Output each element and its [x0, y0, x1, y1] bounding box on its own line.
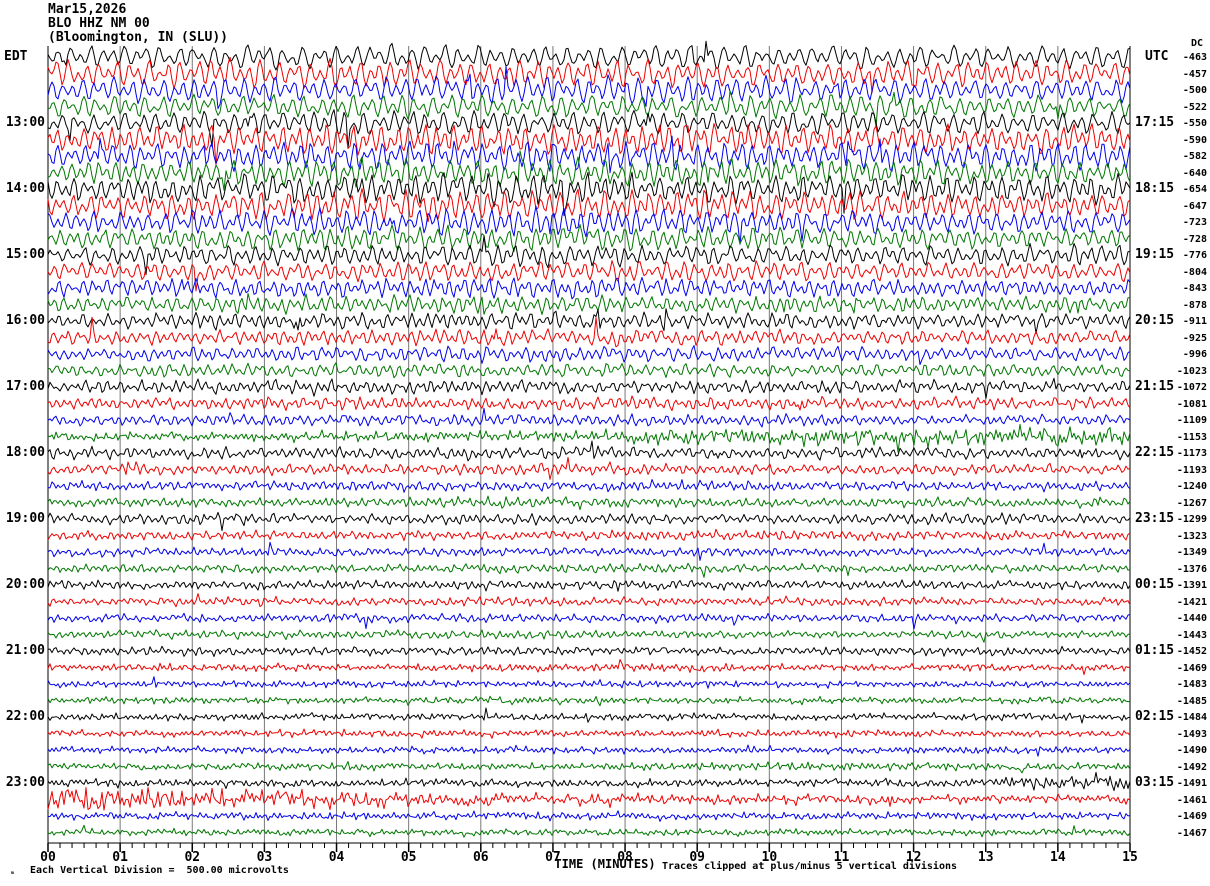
- seismogram-trace: [48, 677, 1130, 689]
- seismogram-trace: [48, 91, 1130, 127]
- seismogram-trace: [48, 124, 1130, 166]
- seismogram-trace: [48, 745, 1130, 756]
- seismogram-trace: [48, 542, 1130, 560]
- seismogram-trace: [48, 646, 1130, 656]
- seismogram-trace: [48, 261, 1130, 291]
- seismogram-trace: [48, 729, 1130, 738]
- seismogram-trace: [48, 580, 1130, 591]
- seismogram-trace: [48, 708, 1130, 723]
- seismogram-trace: [48, 346, 1130, 365]
- seismogram-trace: [48, 696, 1130, 705]
- seismogram-trace: [48, 788, 1130, 811]
- seismogram-trace: [48, 825, 1130, 837]
- seismogram-trace: [48, 512, 1130, 530]
- seismogram-trace: [48, 480, 1130, 493]
- seismogram-trace: [48, 225, 1130, 252]
- seismogram-trace: [48, 496, 1130, 510]
- webicorder-screen: Mar15,2026 BLO HHZ NM 00 (Bloomington, I…: [0, 0, 1210, 886]
- seismogram-trace: [48, 660, 1130, 675]
- seismogram-trace: [48, 278, 1130, 299]
- seismogram-trace: [48, 309, 1130, 334]
- seismogram-trace: [48, 57, 1130, 93]
- seismogram-trace: [48, 363, 1130, 378]
- seismogram-trace: [48, 594, 1130, 607]
- seismogram-trace: [48, 613, 1130, 629]
- seismogram-trace: [48, 811, 1130, 822]
- seismogram-trace: [48, 457, 1130, 479]
- seismogram-trace: [48, 762, 1130, 773]
- seismogram-trace: [48, 772, 1130, 790]
- seismogram-trace: [48, 41, 1130, 70]
- seismogram-trace: [48, 317, 1130, 347]
- seismogram-trace: [48, 396, 1130, 411]
- seismogram-trace: [48, 378, 1130, 398]
- seismogram-trace: [48, 408, 1130, 427]
- seismogram-trace: [48, 236, 1130, 275]
- seismogram-trace: [48, 563, 1130, 577]
- seismogram-trace: [48, 294, 1130, 315]
- seismogram-trace: [48, 424, 1130, 452]
- seismogram-trace: [48, 529, 1130, 541]
- seismogram-plot: [0, 0, 1210, 886]
- seismogram-trace: [48, 630, 1130, 643]
